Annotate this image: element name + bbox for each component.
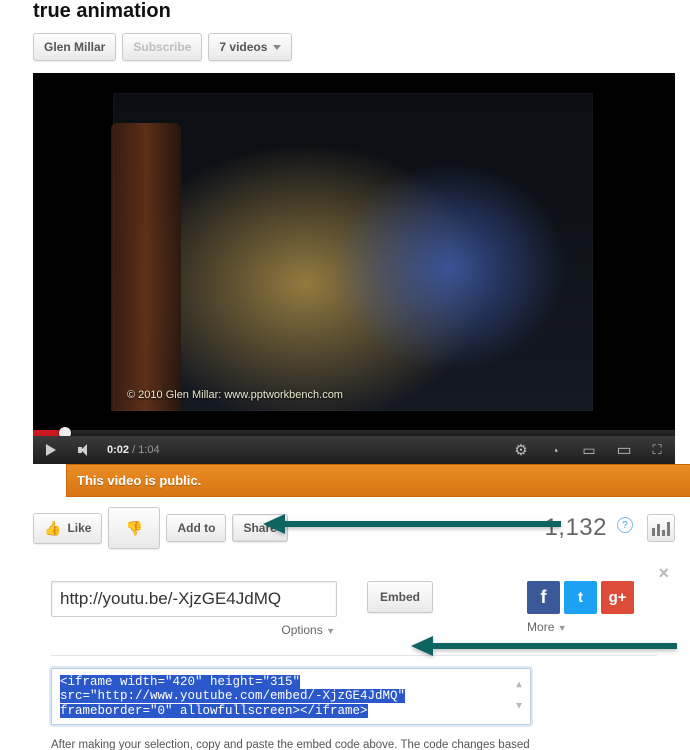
annotation-arrow-embed: [433, 643, 677, 649]
video-title: true animation: [0, 0, 690, 33]
mute-button[interactable]: [73, 438, 97, 462]
caret-down-icon: ▼: [516, 702, 522, 714]
settings-button[interactable]: [509, 438, 533, 462]
visibility-status: This video is public.: [66, 464, 690, 497]
video-frame: © 2010 Glen Millar: www.pptworkbench.com: [113, 93, 593, 411]
watermark-text: © 2010 Glen Millar: www.pptworkbench.com: [127, 389, 343, 401]
dislike-button[interactable]: 👎: [108, 507, 160, 549]
share-gplus[interactable]: g+: [601, 581, 634, 614]
playlist-label: 7 videos: [219, 40, 267, 54]
share-url-input[interactable]: [51, 581, 337, 617]
watch-later-button[interactable]: [543, 438, 567, 462]
like-label: Like: [67, 521, 91, 535]
player-controls: 0:02 / 1:04: [33, 436, 675, 464]
embed-note: After making your selection, copy and pa…: [51, 739, 551, 750]
time-current: 0:02: [107, 444, 129, 456]
thumb-down-icon: 👎: [126, 520, 143, 537]
fullscreen-button[interactable]: [645, 438, 669, 462]
action-bar: 👍 Like 👎 Add to Share 1,132 ?: [33, 507, 675, 549]
share-twitter[interactable]: t: [564, 581, 597, 614]
channel-button[interactable]: Glen Millar: [33, 33, 116, 61]
close-icon[interactable]: ×: [658, 563, 669, 584]
like-button[interactable]: 👍 Like: [33, 513, 102, 544]
add-to-button[interactable]: Add to: [166, 514, 226, 542]
embed-code-text: <iframe width="420" height="315" src="ht…: [60, 675, 405, 718]
speaker-icon: [78, 443, 92, 457]
time-display: 0:02 / 1:04: [107, 444, 160, 456]
social-row: f t g+: [527, 581, 634, 614]
share-options[interactable]: Options ▼: [51, 623, 335, 637]
more-label: More: [527, 620, 554, 634]
help-icon[interactable]: ?: [617, 517, 633, 533]
playlist-button[interactable]: 7 videos: [208, 33, 292, 61]
view-count: 1,132: [544, 514, 607, 542]
size-small-button[interactable]: [577, 438, 601, 462]
play-icon: [46, 444, 56, 456]
chevron-down-icon: ▼: [326, 626, 335, 636]
annotation-arrow-share: [285, 521, 561, 527]
embed-button[interactable]: Embed: [367, 581, 433, 613]
stats-button[interactable]: [647, 514, 675, 542]
play-button[interactable]: [39, 438, 63, 462]
share-panel: × Options ▼ Embed Email: [33, 563, 675, 750]
caret-up-icon: ▲: [516, 680, 522, 692]
thumb-up-icon: 👍: [44, 520, 61, 537]
time-total: 1:04: [138, 444, 159, 456]
channel-row: Glen Millar Subscribe 7 videos: [0, 33, 690, 73]
options-label: Options: [281, 623, 322, 637]
divider: [51, 655, 657, 656]
video-player[interactable]: © 2010 Glen Millar: www.pptworkbench.com…: [33, 73, 675, 464]
size-large-button[interactable]: [611, 438, 635, 462]
share-facebook[interactable]: f: [527, 581, 560, 614]
chevron-down-icon: [273, 45, 281, 50]
subscribe-button[interactable]: Subscribe: [122, 33, 202, 61]
share-more[interactable]: More ▼: [527, 620, 634, 634]
chevron-down-icon: ▼: [558, 623, 567, 633]
embed-code-field[interactable]: <iframe width="420" height="315" src="ht…: [51, 668, 531, 725]
scene-prop: [111, 123, 181, 411]
textarea-scroll[interactable]: ▲ ▼: [516, 680, 522, 713]
